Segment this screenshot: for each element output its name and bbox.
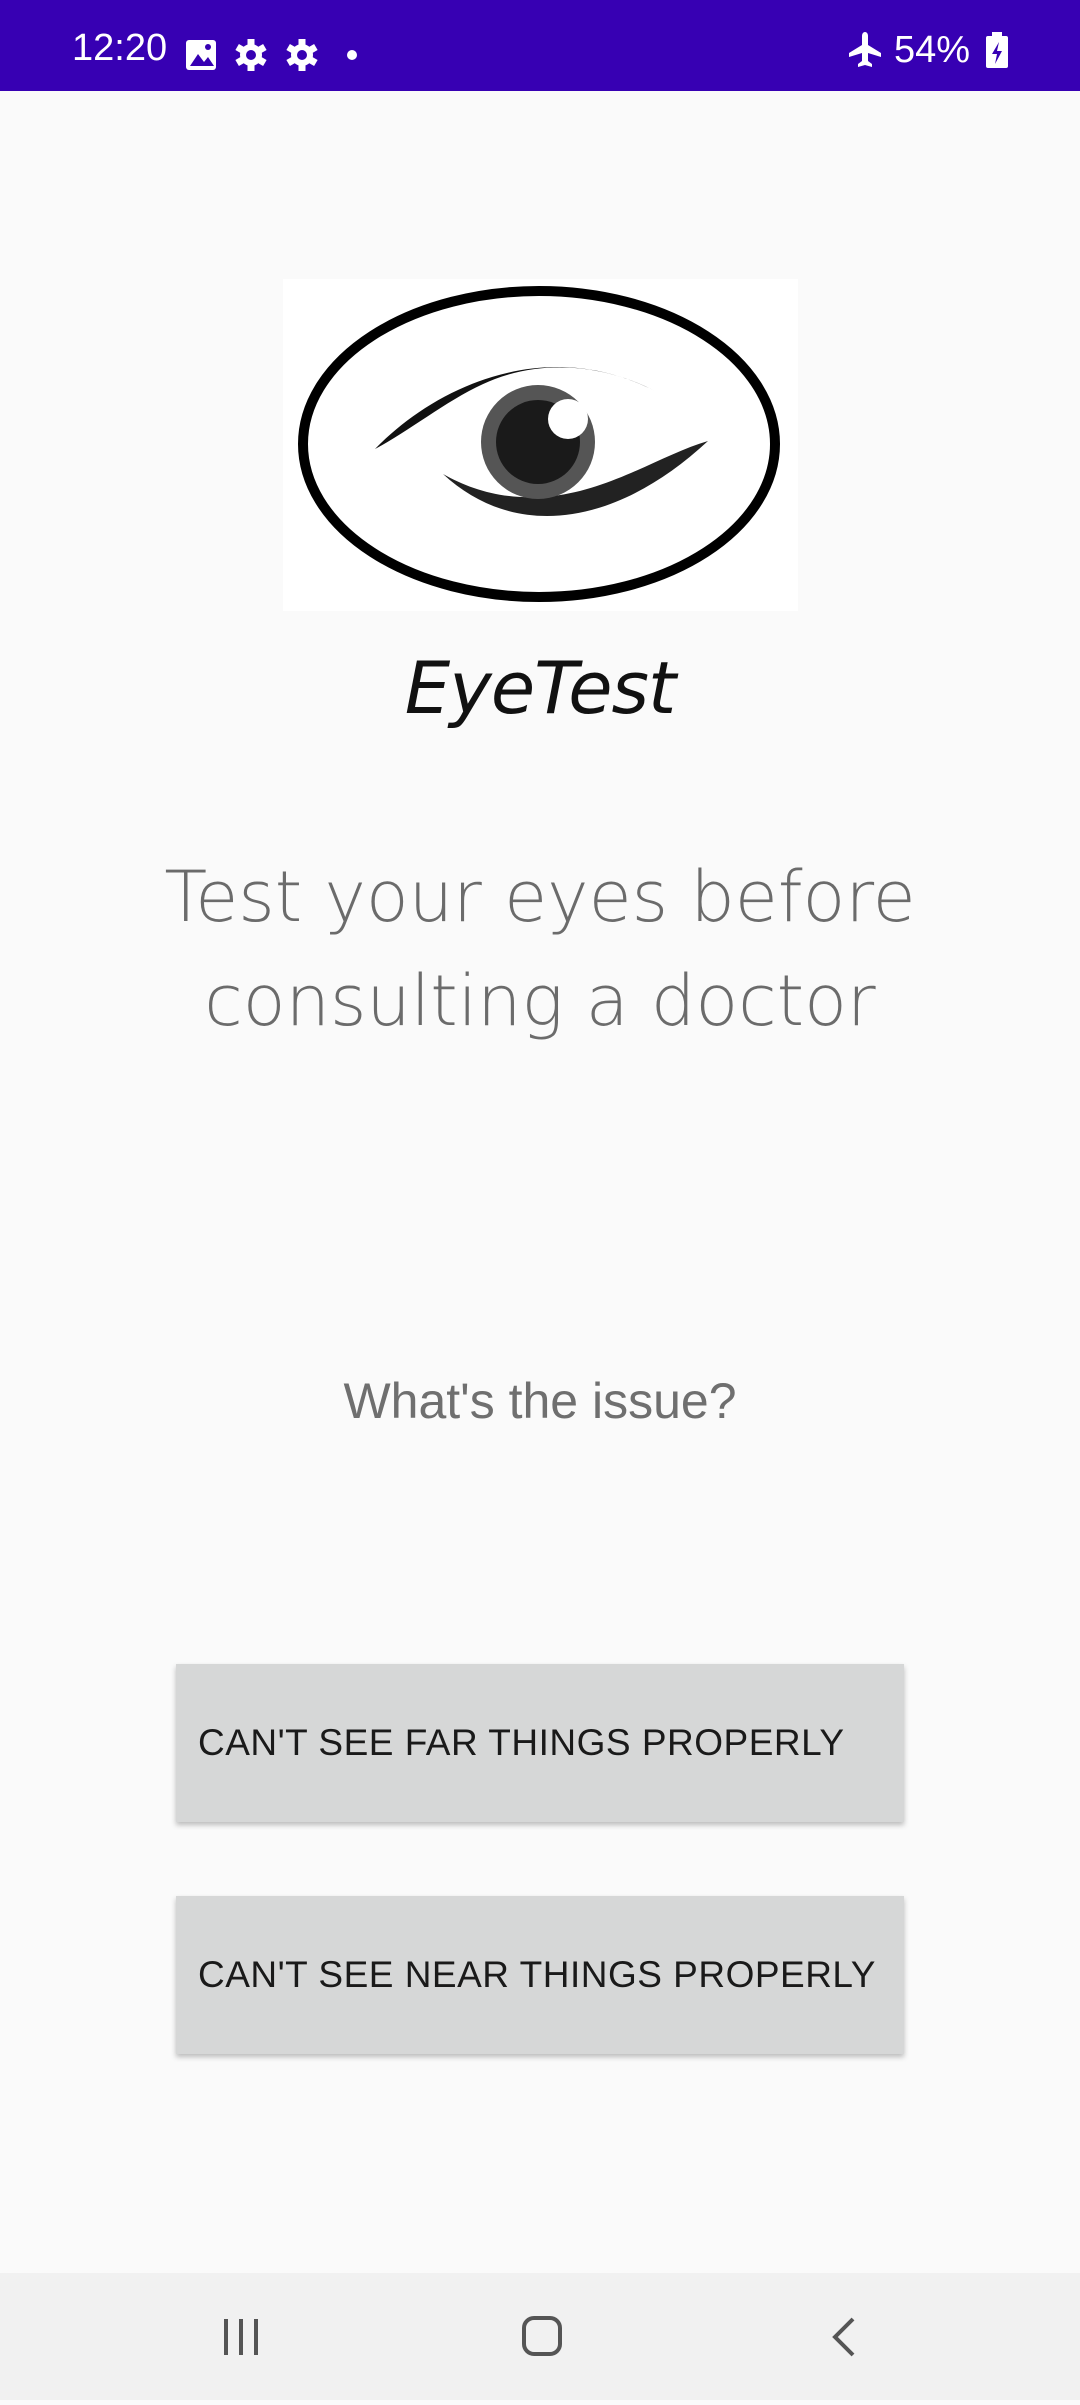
status-time: 12:20 bbox=[72, 27, 168, 69]
status-bar: 12:20 54% bbox=[0, 0, 1080, 91]
navigation-bar bbox=[0, 2273, 1080, 2400]
near-things-button[interactable]: CAN'T SEE NEAR THINGS PROPERLY bbox=[176, 1896, 904, 2054]
recent-apps-icon bbox=[224, 2319, 258, 2355]
recent-apps-button[interactable] bbox=[141, 2273, 341, 2400]
image-icon bbox=[186, 40, 216, 70]
airplane-mode-icon bbox=[849, 32, 881, 67]
home-button[interactable] bbox=[442, 2273, 642, 2400]
dot-icon bbox=[347, 50, 357, 60]
battery-percentage: 54% bbox=[893, 29, 970, 71]
far-things-button[interactable]: CAN'T SEE FAR THINGS PROPERLY bbox=[176, 1664, 904, 1822]
status-notification-icons bbox=[186, 39, 357, 71]
battery-charging-icon bbox=[986, 32, 1008, 68]
back-button[interactable] bbox=[743, 2273, 943, 2400]
back-icon bbox=[832, 2317, 855, 2357]
tagline: Test your eyes before consulting a docto… bbox=[164, 856, 916, 1042]
eye-logo bbox=[283, 279, 798, 611]
gear-icon bbox=[235, 39, 267, 71]
eye-icon bbox=[298, 286, 780, 602]
issue-question: What's the issue? bbox=[343, 1373, 737, 1429]
gear-icon bbox=[286, 39, 318, 71]
home-icon bbox=[522, 2316, 562, 2356]
app-name: EyeTest bbox=[404, 646, 677, 730]
